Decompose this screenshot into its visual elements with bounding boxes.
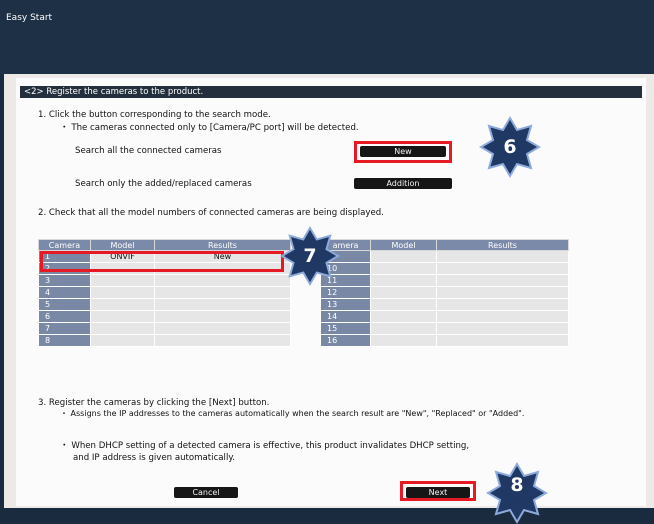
- result-cell: [436, 310, 569, 323]
- camera-number-cell: 12: [320, 286, 371, 299]
- result-cell: [436, 322, 569, 335]
- camera-number-cell: 14: [320, 310, 371, 323]
- step3-note-dhcp: ・ When DHCP setting of a detected camera…: [60, 441, 470, 451]
- model-cell: [370, 274, 437, 287]
- camera-number-cell: 4: [38, 286, 91, 299]
- step3-heading: 3. Register the cameras by clicking the …: [38, 398, 270, 408]
- result-cell: [436, 262, 569, 275]
- result-cell: [154, 274, 291, 287]
- result-cell: [436, 334, 569, 347]
- column-header-camera: Camera: [38, 239, 91, 251]
- camera-number-cell: 8: [38, 334, 91, 347]
- table-row: 8: [38, 334, 291, 347]
- table-row: 15: [320, 322, 569, 335]
- model-cell: [370, 298, 437, 311]
- search-all-label: Search all the connected cameras: [75, 146, 222, 156]
- highlight-new-button: [354, 141, 452, 163]
- result-cell: [154, 286, 291, 299]
- table-row: 9: [320, 250, 569, 263]
- table-row: 16: [320, 334, 569, 347]
- result-cell: [436, 274, 569, 287]
- model-cell: [370, 334, 437, 347]
- table-row: 10: [320, 262, 569, 275]
- callout-badge-6: 6: [479, 116, 541, 178]
- title-bar: Easy Start: [0, 0, 654, 74]
- column-header-results: Results: [154, 239, 291, 251]
- model-cell: [370, 286, 437, 299]
- callout-badge-7: 7: [280, 226, 340, 286]
- callout-number: 6: [503, 136, 517, 158]
- model-cell: [370, 250, 437, 263]
- step1-note: ・ The cameras connected only to [Camera/…: [60, 123, 359, 133]
- column-header-model: Model: [90, 239, 155, 251]
- model-cell: [370, 310, 437, 323]
- result-cell: [154, 334, 291, 347]
- result-cell: [436, 250, 569, 263]
- window-title: Easy Start: [6, 13, 53, 23]
- table-row: 11: [320, 274, 569, 287]
- model-cell: [90, 334, 155, 347]
- result-cell: [436, 298, 569, 311]
- addition-search-button[interactable]: Addition: [354, 178, 452, 189]
- model-cell: [90, 322, 155, 335]
- model-cell: [370, 262, 437, 275]
- model-cell: [90, 286, 155, 299]
- table-row: 5: [38, 298, 291, 311]
- model-cell: [90, 310, 155, 323]
- camera-number-cell: 3: [38, 274, 91, 287]
- highlight-next-button: [400, 481, 476, 501]
- step3-note-ip: ・ Assigns the IP addresses to the camera…: [60, 409, 525, 418]
- result-cell: [154, 298, 291, 311]
- table-row: 12: [320, 286, 569, 299]
- step1-heading: 1. Click the button corresponding to the…: [38, 110, 271, 120]
- table-row: 4: [38, 286, 291, 299]
- result-cell: [154, 310, 291, 323]
- column-header-results: Results: [436, 239, 569, 251]
- result-cell: [154, 322, 291, 335]
- callout-number: 8: [510, 474, 524, 496]
- column-header-model: Model: [370, 239, 437, 251]
- callout-number: 7: [303, 245, 317, 267]
- camera-number-cell: 6: [38, 310, 91, 323]
- cancel-button[interactable]: Cancel: [174, 487, 238, 498]
- step3-note-dhcp-continued: and IP address is given automatically.: [73, 453, 235, 463]
- model-cell: [90, 274, 155, 287]
- camera-number-cell: 13: [320, 298, 371, 311]
- camera-number-cell: 5: [38, 298, 91, 311]
- table-row: 7: [38, 322, 291, 335]
- section-header: <2> Register the cameras to the product.: [20, 86, 642, 98]
- result-cell: [436, 286, 569, 299]
- camera-number-cell: 7: [38, 322, 91, 335]
- model-cell: [370, 322, 437, 335]
- model-cell: [90, 298, 155, 311]
- step2-heading: 2. Check that all the model numbers of c…: [38, 208, 384, 218]
- camera-table-right: amera Model Results 910111213141516: [320, 239, 569, 347]
- camera-number-cell: 15: [320, 322, 371, 335]
- table-row: 3: [38, 274, 291, 287]
- table-row: 6: [38, 310, 291, 323]
- search-added-label: Search only the added/replaced cameras: [75, 179, 252, 189]
- table-row: 14: [320, 310, 569, 323]
- table-row: 13: [320, 298, 569, 311]
- callout-badge-8: 8: [486, 462, 548, 524]
- highlight-camera-row-1: [40, 251, 284, 272]
- camera-number-cell: 16: [320, 334, 371, 347]
